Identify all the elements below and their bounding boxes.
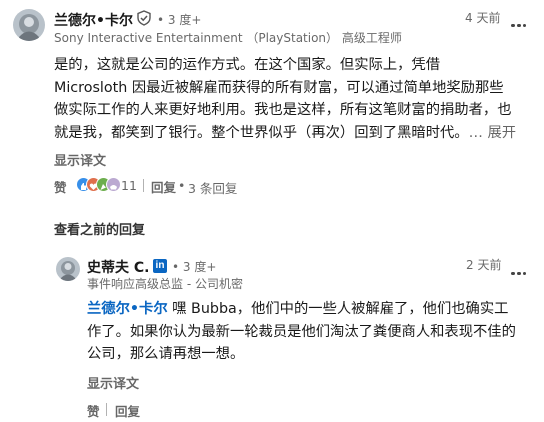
see-more-link[interactable]: … 展开: [469, 125, 516, 141]
bullet-separator: •: [178, 178, 186, 193]
divider: [143, 179, 144, 192]
show-translation-button[interactable]: 显示译文: [87, 373, 139, 392]
like-button[interactable]: 赞: [54, 177, 67, 196]
linkedin-icon: in: [153, 259, 167, 273]
author-name[interactable]: 史蒂夫 C.: [87, 257, 149, 277]
like-button[interactable]: 赞: [87, 401, 100, 420]
avatar[interactable]: [56, 257, 80, 281]
show-translation-button[interactable]: 显示译文: [54, 150, 106, 169]
reply-time: 2 天前: [466, 258, 502, 272]
connection-degree: • 3 度+: [157, 13, 202, 27]
mention-link[interactable]: 兰德尔•卡尔: [87, 301, 168, 317]
more-options-icon[interactable]: [510, 12, 528, 31]
divider: [106, 403, 107, 416]
author-name[interactable]: 兰德尔•卡尔: [54, 10, 133, 30]
connection-degree: • 3 度+: [172, 260, 217, 274]
comment-time: 4 天前: [465, 11, 501, 25]
reply-text: 兰德尔•卡尔 嘿 Bubba，他们中的一些人被解雇了，他们也确实工 作了。如果你…: [87, 301, 516, 362]
author-headline: Sony Interactive Entertainment （PlayStat…: [54, 31, 402, 45]
author-headline: 事件响应高级总监 - 公司机密: [87, 277, 243, 291]
support-icon: [106, 177, 121, 192]
more-options-icon[interactable]: [510, 260, 528, 279]
reactions-summary[interactable]: [76, 177, 121, 193]
reply-count[interactable]: 3 条回复: [188, 178, 237, 197]
reply-button[interactable]: 回复: [151, 177, 176, 196]
comment-text: 是的，这就是公司的运作方式。在这个国家。但实际上，凭借 Microsloth 因…: [54, 57, 517, 141]
reply-button[interactable]: 回复: [115, 401, 140, 420]
reaction-count[interactable]: 11: [121, 178, 137, 193]
verified-icon: [136, 10, 152, 30]
avatar[interactable]: [13, 9, 45, 41]
load-previous-replies-button[interactable]: 查看之前的回复: [54, 219, 145, 238]
